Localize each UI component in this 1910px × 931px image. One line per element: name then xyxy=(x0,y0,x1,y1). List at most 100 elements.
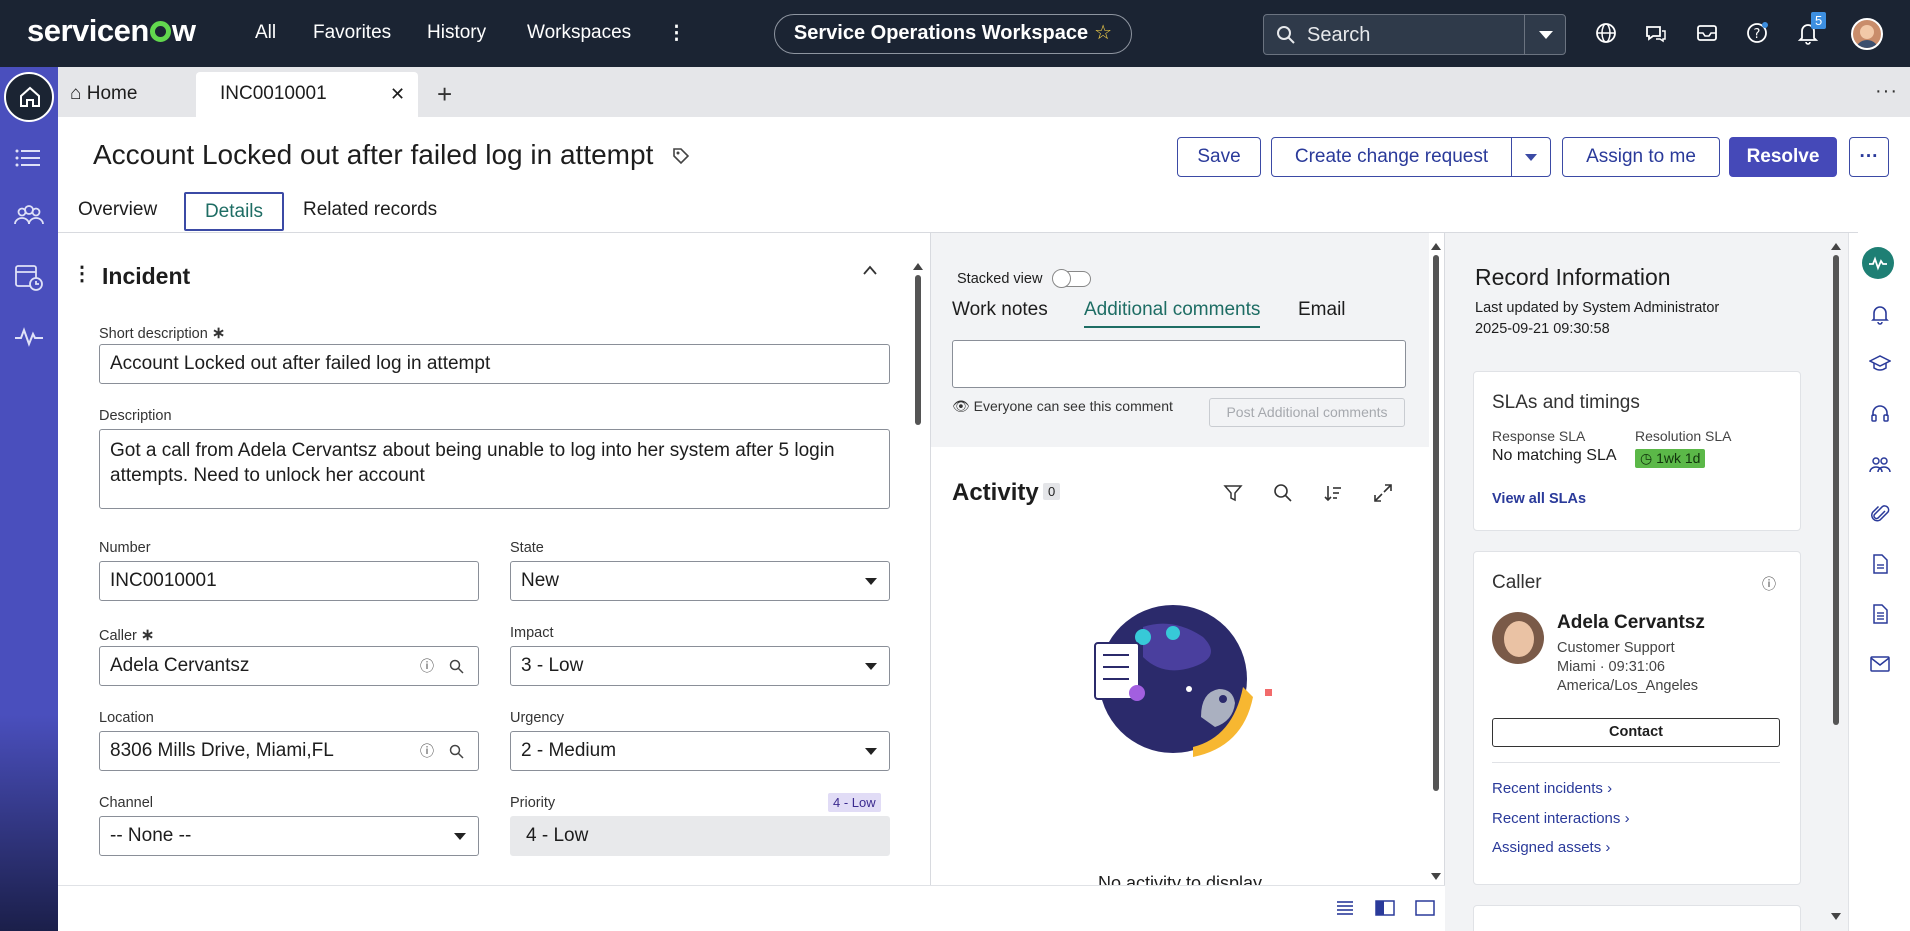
short-description-input[interactable]: Account Locked out after failed log in a… xyxy=(99,344,890,384)
location-input[interactable]: 8306 Mills Drive, Miami,FL ⓘ xyxy=(99,731,479,771)
layout-toolbar xyxy=(58,885,1445,931)
filter-icon[interactable] xyxy=(1223,483,1243,503)
impact-select[interactable]: 3 - Low xyxy=(510,646,890,686)
form-scrollbar[interactable] xyxy=(913,263,923,863)
tab-related-records[interactable]: Related records xyxy=(303,199,437,221)
stacked-view-toggle[interactable] xyxy=(1052,269,1091,288)
article-icon[interactable] xyxy=(1869,603,1891,625)
help-icon[interactable]: ? xyxy=(1744,20,1770,46)
chevron-down-icon xyxy=(1539,31,1553,39)
more-options-icon[interactable]: ··· xyxy=(1875,80,1898,103)
recent-interactions-link[interactable]: Recent interactions › xyxy=(1492,810,1630,827)
tab-overview[interactable]: Overview xyxy=(78,199,157,221)
tab-home-label: Home xyxy=(86,83,138,104)
user-avatar[interactable] xyxy=(1851,18,1883,50)
nav-history[interactable]: History xyxy=(427,22,486,44)
search-scope-dropdown[interactable] xyxy=(1524,14,1566,55)
inbox-icon[interactable] xyxy=(1694,20,1720,46)
activity-panel: Stacked view Work notes Additional comme… xyxy=(930,233,1445,885)
left-navigation-rail xyxy=(0,67,58,931)
section-title: Incident xyxy=(102,263,191,289)
search-icon[interactable] xyxy=(449,744,464,759)
section-menu-icon[interactable]: ⋮ xyxy=(72,261,92,286)
global-search-input[interactable]: Search xyxy=(1263,14,1527,55)
search-icon[interactable] xyxy=(449,659,464,674)
info-icon[interactable]: ⓘ xyxy=(420,647,434,685)
contact-button[interactable]: Contact xyxy=(1492,718,1780,747)
create-change-request-dropdown[interactable] xyxy=(1511,137,1551,177)
nav-all[interactable]: All xyxy=(255,22,276,44)
servicenow-logo[interactable]: servicen w xyxy=(27,13,196,49)
favorite-star-icon[interactable]: ☆ xyxy=(1094,22,1112,44)
home-rail-button[interactable] xyxy=(4,72,54,122)
response-sla-label: Response SLA xyxy=(1492,428,1586,444)
urgency-select[interactable]: 2 - Medium xyxy=(510,731,890,771)
home-icon xyxy=(20,86,40,107)
search-icon[interactable] xyxy=(1273,483,1293,503)
location-label: Location xyxy=(99,710,154,726)
info-icon[interactable]: ⓘ xyxy=(1762,574,1776,594)
nav-favorites[interactable]: Favorites xyxy=(313,22,391,44)
page-title: Account Locked out after failed log in a… xyxy=(93,139,691,171)
activity-scrollbar[interactable] xyxy=(1431,243,1441,883)
post-comment-button[interactable]: Post Additional comments xyxy=(1209,398,1405,427)
priority-badge: 4 - Low xyxy=(828,793,881,812)
schedule-icon[interactable] xyxy=(12,260,46,294)
tag-icon[interactable] xyxy=(671,146,691,166)
attachment-icon[interactable] xyxy=(1869,503,1891,525)
chevron-right-icon: › xyxy=(1605,839,1611,856)
groups-icon[interactable] xyxy=(12,200,46,234)
split-layout-icon[interactable] xyxy=(1375,899,1395,917)
tab-work-notes[interactable]: Work notes xyxy=(952,299,1048,321)
tab-email[interactable]: Email xyxy=(1298,299,1346,321)
tab-additional-comments[interactable]: Additional comments xyxy=(1084,299,1261,328)
activity-title: Activity xyxy=(952,479,1039,506)
chat-icon[interactable] xyxy=(1643,20,1669,46)
sort-icon[interactable] xyxy=(1323,483,1343,503)
record-info-scrollbar[interactable] xyxy=(1831,243,1841,923)
headset-icon[interactable] xyxy=(1869,403,1891,425)
caller-name[interactable]: Adela Cervantsz xyxy=(1557,612,1705,634)
number-input[interactable]: INC0010001 xyxy=(99,561,479,601)
knowledge-icon[interactable] xyxy=(1869,353,1891,375)
globe-icon[interactable] xyxy=(1593,20,1619,46)
list-layout-icon[interactable] xyxy=(1335,899,1355,917)
email-icon[interactable] xyxy=(1869,653,1891,675)
resolve-button[interactable]: Resolve xyxy=(1729,137,1837,177)
list-icon[interactable] xyxy=(12,141,46,175)
tab-details[interactable]: Details xyxy=(184,192,284,231)
close-icon[interactable]: ✕ xyxy=(390,84,405,105)
tab-home[interactable]: ⌂ Home xyxy=(70,83,137,105)
activity-pulse-icon[interactable] xyxy=(12,320,46,354)
view-all-slas-link[interactable]: View all SLAs xyxy=(1492,491,1586,507)
info-icon[interactable]: ⓘ xyxy=(420,732,434,770)
people-icon[interactable] xyxy=(1869,453,1891,475)
tab-incident[interactable]: INC0010001 ✕ xyxy=(196,72,418,117)
nav-more-icon[interactable]: ⋮ xyxy=(667,22,686,45)
assigned-assets-link[interactable]: Assigned assets › xyxy=(1492,839,1610,856)
stacked-view-label: Stacked view xyxy=(957,271,1043,287)
nav-workspaces[interactable]: Workspaces xyxy=(527,22,631,44)
recent-incidents-link[interactable]: Recent incidents › xyxy=(1492,780,1612,797)
document-icon[interactable] xyxy=(1869,553,1891,575)
single-layout-icon[interactable] xyxy=(1415,899,1435,917)
assign-to-me-button[interactable]: Assign to me xyxy=(1562,137,1720,177)
last-updated-by: Last updated by System Administrator xyxy=(1475,300,1720,316)
caller-input[interactable]: Adela Cervantsz ⓘ xyxy=(99,646,479,686)
save-button[interactable]: Save xyxy=(1177,137,1261,177)
bell-icon[interactable] xyxy=(1869,303,1891,325)
collapse-chevron-icon[interactable] xyxy=(862,264,878,276)
expand-icon[interactable] xyxy=(1373,483,1393,503)
description-textarea[interactable]: Got a call from Adela Cervantsz about be… xyxy=(99,429,890,509)
state-select[interactable]: New xyxy=(510,561,890,601)
record-info-rail-button[interactable] xyxy=(1862,247,1894,279)
resolution-sla-badge: ◷ 1wk 1d xyxy=(1635,449,1706,468)
create-change-request-button[interactable]: Create change request xyxy=(1271,137,1512,177)
more-actions-button[interactable]: ··· xyxy=(1849,137,1889,177)
workspace-selector[interactable]: Service Operations Workspace ☆ xyxy=(774,14,1132,54)
new-tab-plus-icon[interactable]: + xyxy=(437,79,452,110)
channel-select[interactable]: -- None -- xyxy=(99,816,479,856)
caller-card: Caller ⓘ Adela Cervantsz Customer Suppor… xyxy=(1473,551,1801,885)
comment-textarea[interactable] xyxy=(952,340,1406,388)
urgency-label: Urgency xyxy=(510,710,564,726)
